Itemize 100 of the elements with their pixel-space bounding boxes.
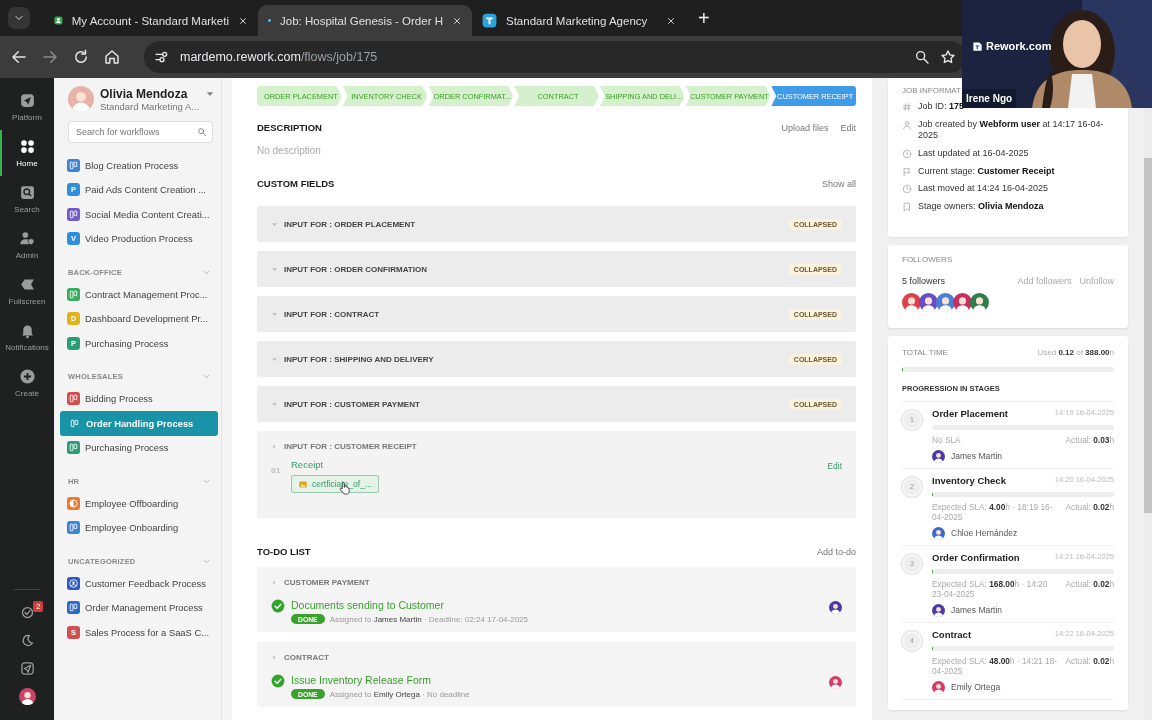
owner-avatar	[932, 449, 945, 463]
new-tab-button[interactable]: +	[694, 7, 714, 30]
rail-item[interactable]: Platform	[0, 84, 54, 130]
sidebar-item[interactable]: Employee Onboarding	[54, 515, 218, 540]
close-button[interactable]	[666, 15, 676, 26]
app-icon	[482, 13, 497, 28]
section-heading: DESCRIPTION	[257, 122, 322, 133]
group-title: CUSTOMER PAYMENT	[284, 578, 370, 587]
organization-name: Standard Marketing A...	[100, 100, 199, 112]
expand-caret-icon	[271, 443, 278, 450]
flag-icon	[902, 166, 912, 177]
tasks-icon[interactable]	[19, 604, 35, 620]
card-title: TOTAL TIME	[902, 347, 948, 357]
tab-list-button[interactable]	[8, 7, 30, 29]
clock-icon	[902, 149, 912, 160]
group-title: CONTRACT	[284, 653, 329, 662]
show-all-link[interactable]: Show all	[821, 178, 856, 189]
count-badge: 2	[33, 601, 44, 612]
owner-name: James Martin	[951, 451, 1002, 462]
action-link[interactable]: Edit	[840, 122, 856, 133]
site-settings-icon	[154, 49, 170, 65]
actual-time: Actual: 0.02h	[1065, 578, 1114, 589]
sidebar-item[interactable]: Customer Feedback Process	[54, 571, 218, 596]
sidebar-item[interactable]: Order Handling Process	[60, 411, 218, 436]
user-icon	[902, 119, 912, 130]
done-check-icon[interactable]	[271, 599, 285, 613]
rail-item[interactable]: Create	[0, 360, 54, 406]
star-icon[interactable]	[940, 49, 956, 65]
owner-avatar	[932, 526, 945, 540]
home-icon[interactable]	[103, 48, 121, 66]
field-label: Receipt	[291, 459, 325, 470]
stage-name: Inventory Check	[932, 474, 1006, 486]
follower-count: 5 followers	[902, 275, 946, 286]
sidebar-item[interactable]: Social Media Content Creati...	[54, 202, 218, 227]
browser-tab[interactable]: Job: Hospital Genesis - Order H	[258, 5, 472, 36]
owner-name: Chloe Hernández	[951, 528, 1018, 539]
scrollbar-thumb[interactable]	[1144, 158, 1152, 513]
user-name: Olivia Mendoza	[100, 86, 189, 101]
add-todo-link[interactable]: Add to-do	[816, 546, 856, 557]
logo-icon	[972, 40, 983, 52]
caret-icon	[271, 220, 278, 228]
done-check-icon[interactable]	[271, 674, 285, 688]
close-icon	[666, 15, 676, 26]
close-button[interactable]	[452, 15, 462, 26]
sidebar-item[interactable]: Employee Offboarding	[54, 491, 218, 516]
task-assignment: Assigned to James Martin · Deadline: 02:24 17-04-2025	[329, 614, 528, 624]
image-icon	[298, 479, 308, 489]
home-icon	[18, 138, 36, 155]
sla-text: No SLA	[932, 434, 962, 445]
sidebar-item[interactable]: Order Management Process	[54, 595, 218, 620]
caret-icon	[271, 579, 278, 586]
action-link[interactable]: Upload files	[781, 122, 829, 133]
owner-name: James Martin	[951, 605, 1002, 616]
close-button[interactable]	[238, 15, 248, 26]
rail-item[interactable]: Notifications	[0, 314, 54, 360]
user-avatar	[68, 86, 94, 112]
reload-icon[interactable]	[72, 48, 90, 66]
info-text: Job created by Webform user at 14:17 16-04-2025	[918, 118, 1105, 143]
browser-tab[interactable]: Standard Marketing Agency	[472, 5, 686, 36]
rail-item[interactable]: Fullscreen	[0, 268, 54, 314]
caret-icon	[271, 654, 278, 661]
sidebar-item[interactable]: Blog Creation Process	[54, 153, 218, 178]
platform-icon	[18, 92, 36, 109]
close-icon	[452, 15, 462, 26]
create-icon	[18, 368, 36, 385]
back-icon[interactable]	[10, 48, 28, 66]
logo-text: Rework.com	[986, 40, 1052, 52]
owner-name: Emily Ortega	[951, 682, 1001, 693]
stage-name: Contract	[932, 628, 972, 640]
send-icon[interactable]	[19, 660, 35, 676]
field-index: 01	[271, 466, 282, 475]
time-used: Used 0.12 of 388.00h	[1037, 347, 1114, 357]
card-title: JOB INFORMAT	[902, 86, 962, 95]
info-text: Last updated at 16-04-2025	[918, 148, 1029, 160]
caret-icon	[271, 265, 278, 273]
presenter-name: Irene Ngo	[962, 89, 1017, 108]
assignee-avatar	[829, 601, 842, 614]
account-icon	[54, 13, 63, 28]
moon-icon[interactable]	[19, 632, 35, 648]
zoom-icon[interactable]	[914, 49, 930, 65]
assignee-avatar	[829, 676, 842, 689]
rail-item[interactable]: Admin	[0, 222, 54, 268]
sla-text: Expected SLA: 4.00h · 18:19 16-04-2025	[932, 501, 1054, 522]
info-text: Stage owners: Olivia Mendoza	[918, 201, 1044, 213]
caret-icon	[271, 355, 278, 363]
sidebar-item[interactable]: Bidding Process	[54, 386, 218, 411]
admin-icon	[18, 230, 36, 247]
card-title: FOLLOWERS	[902, 254, 954, 264]
search-icon	[197, 127, 207, 137]
dropdown-icon[interactable]	[205, 89, 215, 99]
close-icon	[238, 15, 248, 26]
search-field[interactable]: Search for workflows	[68, 121, 213, 143]
rail-item[interactable]: Search	[0, 176, 54, 222]
sidebar-item[interactable]: Contract Management Proc...	[54, 282, 218, 307]
sidebar-item[interactable]: Purchasing Process	[54, 435, 218, 460]
browser-tab[interactable]: My Account - Standard Marketi	[44, 5, 258, 36]
forward-icon[interactable]	[41, 48, 59, 66]
clock-icon	[902, 184, 912, 195]
description-text: No description	[257, 145, 322, 156]
rail-item[interactable]: Home	[0, 130, 54, 176]
